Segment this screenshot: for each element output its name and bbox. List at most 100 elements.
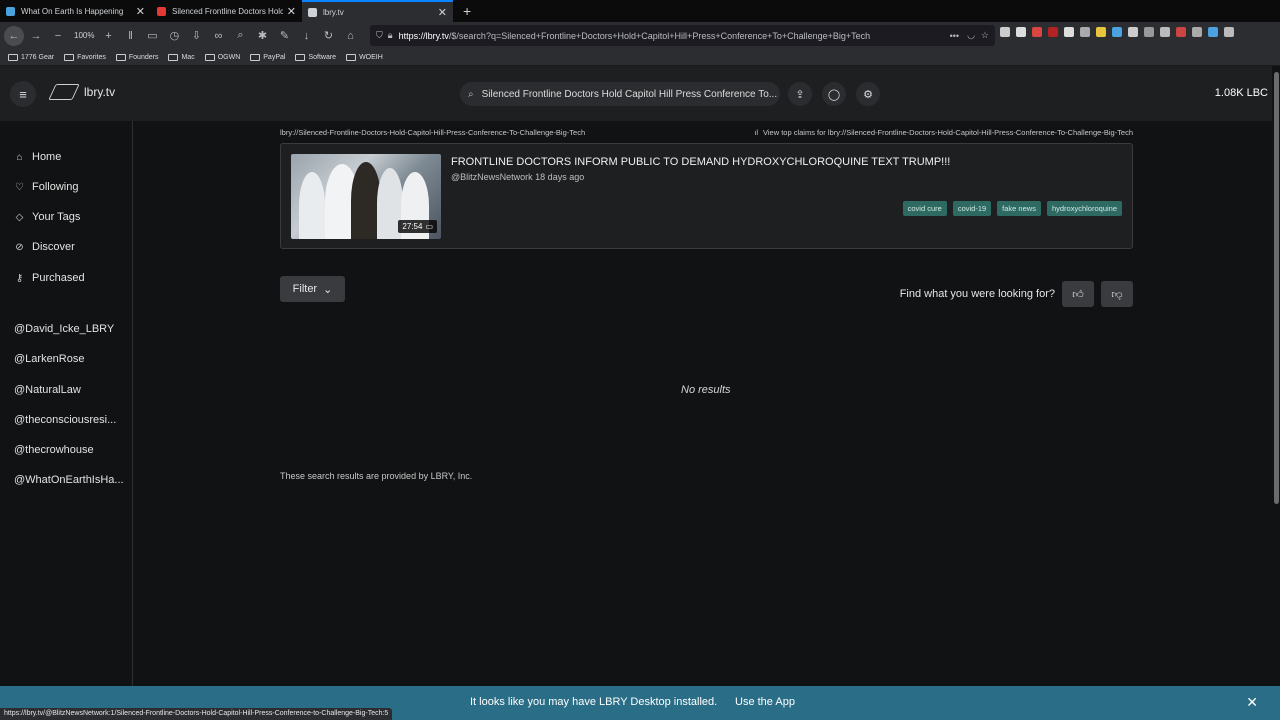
sidebar: ⌂ Home ♡ Following ◇ Your Tags ⊘ Discover ⚷ P… — [0, 121, 133, 686]
top-claims-label: View top claims for lbry://Silenced-Fron… — [763, 128, 1133, 137]
zoom-out-icon[interactable]: − — [48, 26, 68, 46]
result-title[interactable]: FRONTLINE DOCTORS INFORM PUBLIC TO DEMAN… — [451, 156, 950, 168]
bookmark-folder[interactable]: 1776 Gear — [8, 53, 55, 61]
hamburger-menu-icon[interactable]: ≡ — [10, 81, 36, 107]
filter-button[interactable]: Filter ⌄ — [280, 276, 345, 302]
bookmark-folder[interactable]: Mac — [168, 53, 195, 61]
search-result-card[interactable]: 27:54 ▭ FRONTLINE DOCTORS INFORM PUBLIC … — [280, 143, 1133, 249]
sidebar-item-purchased[interactable]: ⚷ Purchased — [14, 272, 85, 284]
sidebar-toggle-icon[interactable]: ▭ — [142, 26, 162, 46]
extension-icon[interactable] — [1016, 27, 1026, 37]
folder-icon — [115, 53, 126, 61]
site-header: ≡ lbry.tv ⌕ Silenced Frontline Doctors H… — [0, 66, 1272, 121]
top-claims-link[interactable]: ıl View top claims for lbry://Silenced-F… — [754, 128, 1133, 137]
bookmark-folder[interactable]: Favorites — [64, 53, 106, 61]
zoom-level[interactable]: 100% — [74, 31, 94, 40]
tools-wrench-icon[interactable]: ✎ — [274, 26, 294, 46]
extension-icon[interactable] — [1080, 27, 1090, 37]
bookmark-label: 1776 Gear — [21, 53, 55, 61]
tab-lbry[interactable]: lbry.tv ✕ — [302, 0, 453, 22]
forward-arrow-icon[interactable]: → — [26, 26, 46, 46]
youtube-favicon-icon — [157, 6, 166, 16]
back-arrow-icon[interactable]: ← — [4, 25, 24, 46]
extension-icon[interactable] — [1096, 27, 1106, 37]
account-icon[interactable]: ◯ — [822, 82, 846, 106]
bookmark-folder[interactable]: Software — [295, 53, 336, 61]
wallet-balance[interactable]: 1.08K LBC — [1215, 87, 1268, 99]
thumbs-up-button[interactable]: 👍︎ — [1062, 281, 1094, 307]
close-tab-icon[interactable]: ✕ — [438, 6, 447, 19]
extension-icon[interactable] — [1128, 27, 1138, 37]
history-icon[interactable]: ◷ — [164, 26, 184, 46]
reader-view-icon[interactable]: ∞ — [208, 26, 228, 46]
extension-icon[interactable] — [1064, 27, 1074, 37]
downloads-folder-icon[interactable]: ⇩ — [186, 26, 206, 46]
sidebar-item-your-tags[interactable]: ◇ Your Tags — [14, 211, 81, 223]
sidebar-channel[interactable]: @theconsciousresi... — [14, 414, 129, 426]
search-toolbar-icon[interactable]: ⌕ — [230, 26, 250, 46]
sidebar-channel[interactable]: @LarkenRose — [14, 353, 129, 365]
library-icon[interactable]: ‖ — [120, 26, 140, 46]
bookmark-folder[interactable]: WOEIH — [346, 53, 383, 61]
page-actions-icon[interactable]: ••• — [950, 31, 959, 41]
tab-silenced-frontline[interactable]: Silenced Frontline Doctors Holc ✕ — [151, 0, 302, 22]
extension-icon[interactable] — [1192, 27, 1202, 37]
reload-icon[interactable]: ↻ — [318, 26, 338, 46]
sidebar-channel[interactable]: @NaturalLaw — [14, 384, 129, 396]
bookmark-label: WOEIH — [359, 53, 383, 61]
menu-icon[interactable] — [1224, 27, 1234, 37]
settings-gear-icon[interactable]: ✱ — [252, 26, 272, 46]
site-logo[interactable]: lbry.tv — [48, 84, 116, 100]
settings-icon[interactable]: ⚙ — [856, 82, 880, 106]
scrollbar-thumb[interactable] — [1274, 72, 1279, 504]
bookmark-folder[interactable]: OGWN — [204, 53, 240, 61]
home-icon: ⌂ — [16, 151, 23, 163]
tag-chip[interactable]: fake news — [997, 201, 1041, 216]
tag-chip[interactable]: covid cure — [902, 201, 947, 216]
video-thumbnail[interactable]: 27:54 ▭ — [291, 154, 441, 239]
use-the-app-link[interactable]: Use the App — [735, 696, 795, 708]
extension-icon[interactable] — [1112, 27, 1122, 37]
sidebar-item-following[interactable]: ♡ Following — [14, 181, 78, 193]
extension-icon[interactable] — [1176, 27, 1186, 37]
search-input[interactable]: ⌕ Silenced Frontline Doctors Hold Capito… — [460, 82, 780, 106]
result-tags: covid cure covid-19 fake news hydroxychl… — [902, 201, 1122, 216]
claim-uri[interactable]: lbry://Silenced-Frontline-Doctors-Hold-C… — [280, 128, 585, 137]
sidebar-channel[interactable]: @WhatOnEarthIsHa... — [14, 474, 129, 486]
zoom-in-icon[interactable]: + — [98, 26, 118, 46]
extension-icon[interactable] — [1048, 27, 1058, 37]
extension-icon[interactable] — [1032, 27, 1042, 37]
feedback-question: Find what you were looking for? — [899, 288, 1055, 300]
result-channel[interactable]: @BlitzNewsNetwork — [451, 172, 533, 182]
new-tab-icon[interactable]: + — [463, 3, 471, 19]
bookmark-folder[interactable]: PayPal — [250, 53, 285, 61]
lbry-favicon-icon — [308, 7, 317, 17]
site-name: lbry.tv — [84, 85, 116, 99]
tag-chip[interactable]: hydroxychloroquine — [1046, 201, 1122, 216]
url-field[interactable]: ⛉ 🔒︎ https://lbry.tv /$/search?q=Silence… — [370, 25, 995, 46]
thumbs-down-button[interactable]: 👎︎ — [1101, 281, 1133, 307]
close-tab-icon[interactable]: ✕ — [136, 5, 145, 18]
close-tab-icon[interactable]: ✕ — [287, 5, 296, 18]
tab-what-on-earth[interactable]: What On Earth Is Happening ✕ — [0, 0, 151, 22]
heart-icon: ♡ — [15, 181, 24, 193]
bookmark-folder[interactable]: Founders — [115, 53, 158, 61]
shield-icon[interactable]: ⛉ — [376, 30, 383, 41]
sidebar-channel[interactable]: @thecrowhouse — [14, 444, 129, 456]
lbry-logo-icon — [48, 84, 80, 100]
extension-icon[interactable] — [1160, 27, 1170, 37]
sidebar-item-home[interactable]: ⌂ Home — [14, 151, 61, 163]
extension-icon[interactable] — [1208, 27, 1218, 37]
download-icon[interactable]: ↓ — [296, 26, 316, 46]
home-toolbar-icon[interactable]: ⌂ — [340, 26, 360, 46]
close-icon[interactable]: ✕ — [1246, 694, 1258, 711]
sidebar-item-discover[interactable]: ⊘ Discover — [14, 241, 75, 253]
pocket-icon[interactable]: ◡ — [967, 30, 975, 41]
bookmark-star-icon[interactable]: ☆ — [981, 30, 989, 41]
extension-icon[interactable] — [1144, 27, 1154, 37]
upload-icon[interactable]: ⇪ — [788, 82, 812, 106]
tag-chip[interactable]: covid-19 — [952, 201, 992, 216]
tab-title: Silenced Frontline Doctors Holc — [172, 6, 283, 16]
sidebar-channel[interactable]: @David_Icke_LBRY — [14, 323, 129, 335]
extension-icon[interactable] — [1000, 27, 1010, 37]
